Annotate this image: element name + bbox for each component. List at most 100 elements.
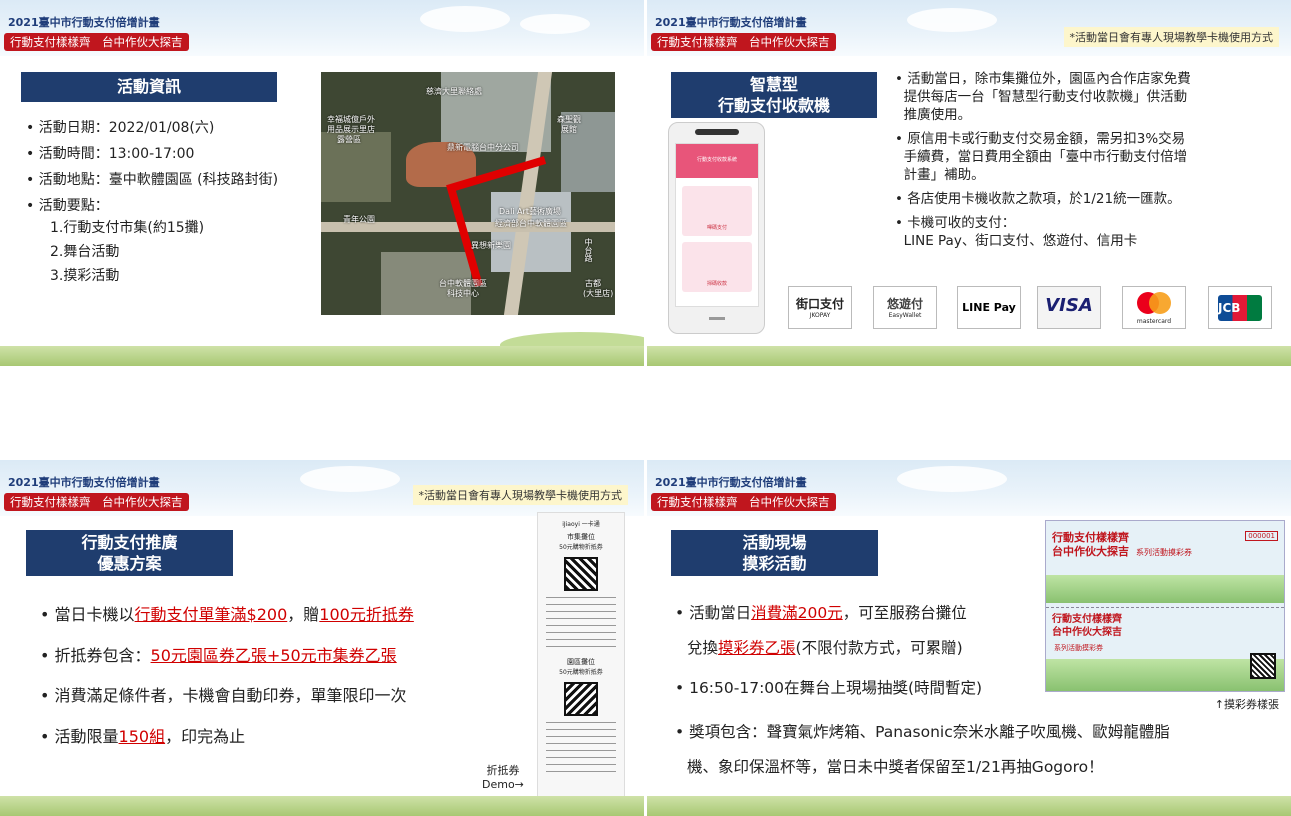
section-title-line: 摸彩活動 bbox=[742, 554, 807, 573]
program-title: 2021臺中市行動支付倍增計畫 bbox=[8, 476, 160, 489]
qr-code-icon bbox=[564, 557, 598, 591]
receipt-text: 50元購物折抵券 bbox=[559, 544, 603, 551]
screen-button: 掃碼收款 bbox=[682, 242, 752, 292]
terminal-bullets: • 活動當日，除市集攤位外，園區內合作店家免費 提供每店一台「智慧型行動支付收款… bbox=[895, 70, 1191, 250]
map-label: 異想新樂園 bbox=[471, 241, 511, 250]
jcb-logo: JCB bbox=[1208, 286, 1272, 329]
map-label: 經濟部台中軟體園區 bbox=[495, 219, 567, 228]
terminal-nav-bar bbox=[709, 317, 725, 320]
slide-smart-terminal: 2021臺中市行動支付倍增計畫 行動支付樣樣齊 台中作伙大探吉 *活動當日會有專… bbox=[647, 0, 1291, 366]
location-map: 慈濟大里聯絡處 幸福城億戶外 用品展示里店 露營區 鼎新電腦台中分公司 森聖觀 … bbox=[321, 72, 615, 315]
receipt-brand: iJiaoyi 一卡通 bbox=[562, 521, 600, 528]
promo-item: • 消費滿足條件者，卡機會自動印券，單筆限印一次 bbox=[40, 686, 407, 705]
staff-note: *活動當日會有專人現場教學卡機使用方式 bbox=[1063, 27, 1279, 47]
lottery-item-cont: 兌換摸彩券乙張(不限付款方式，可累贈) bbox=[687, 639, 963, 657]
campaign-badge: 行動支付樣樣齊 台中作伙大探吉 bbox=[651, 493, 836, 511]
slide-activity-info: 2021臺中市行動支付倍增計畫 行動支付樣樣齊 台中作伙大探吉 活動資訊 • 活… bbox=[0, 0, 644, 366]
section-title: 智慧型 行動支付收款機 bbox=[671, 72, 877, 118]
map-label: 青年公園 bbox=[343, 215, 375, 224]
screen-header: 行動支付收款系統 bbox=[676, 144, 758, 178]
coupon-demo-caption: 折抵券 Demo→ bbox=[482, 764, 524, 791]
map-label: 露營區 bbox=[337, 135, 361, 144]
section-title-line: 優惠方案 bbox=[97, 554, 162, 573]
terminal-screen: 行動支付收款系統 嗶碼支付 掃碼收款 bbox=[675, 143, 759, 307]
payment-terminal-image: 行動支付收款系統 嗶碼支付 掃碼收款 bbox=[668, 122, 765, 334]
receipt-text: 園區攤位 bbox=[567, 658, 595, 666]
promo-item: • 折抵券包含：50元園區券乙張+50元市集券乙張 bbox=[40, 646, 397, 665]
receipt-text: 市集攤位 bbox=[567, 533, 595, 541]
grass-decoration bbox=[0, 346, 644, 366]
screen-button: 嗶碼支付 bbox=[682, 186, 752, 236]
section-title-line: 行動支付收款機 bbox=[717, 96, 830, 115]
cloud bbox=[300, 466, 400, 492]
info-item-time: • 活動時間：13:00-17:00 bbox=[26, 146, 195, 162]
info-item-location: • 活動地點：臺中軟體園區 (科技路封街) bbox=[26, 172, 279, 188]
sub-item-stage: 2.舞台活動 bbox=[50, 244, 120, 260]
sub-item-market: 1.行動支付市集(約15攤) bbox=[50, 220, 205, 236]
grass-decoration bbox=[647, 346, 1291, 366]
ticket-perforation bbox=[1046, 607, 1284, 608]
section-title-line: 行動支付推廣 bbox=[81, 533, 178, 552]
ticket-scene bbox=[1046, 575, 1284, 603]
promo-item: • 當日卡機以行動支付單筆滿$200，贈100元折抵券 bbox=[40, 605, 414, 624]
qr-code-icon bbox=[564, 682, 598, 716]
section-title: 活動現場 摸彩活動 bbox=[671, 530, 878, 576]
promo-item: • 活動限量150組，印完為止 bbox=[40, 727, 246, 746]
bullet-item: • 各店使用卡機收款之款項，於1/21統一匯款。 bbox=[895, 191, 1181, 207]
map-label: 中台路 bbox=[584, 238, 593, 262]
bullet-item: • 原信用卡或行動支付交易金額，需另扣3%交易 手續費，當日費用全額由「臺中市行… bbox=[895, 131, 1188, 183]
program-title: 2021臺中市行動支付倍增計畫 bbox=[8, 16, 160, 29]
terminal-camera bbox=[695, 129, 739, 135]
receipt-fineprint bbox=[546, 722, 616, 772]
cloud bbox=[897, 466, 1007, 492]
campaign-badge: 行動支付樣樣齊 台中作伙大探吉 bbox=[4, 493, 189, 511]
lottery-item: • 活動當日消費滿200元，可至服務台攤位 bbox=[675, 604, 967, 622]
receipt-fineprint bbox=[546, 597, 616, 653]
info-item-points: • 活動要點： bbox=[26, 198, 109, 214]
ticket-subtitle: 系列活動摸彩券 bbox=[1054, 644, 1103, 652]
cloud bbox=[520, 14, 590, 34]
bullet-item: • 活動當日，除市集攤位外，園區內合作店家免費 提供每店一台「智慧型行動支付收款… bbox=[895, 71, 1191, 123]
bullet-item: • 卡機可收的支付： LINE Pay、街口支付、悠遊付、信用卡 bbox=[895, 215, 1138, 249]
map-label: 鼎新電腦台中分公司 bbox=[447, 143, 519, 152]
section-title-line: 活動現場 bbox=[742, 533, 807, 552]
campaign-badge: 行動支付樣樣齊 台中作伙大探吉 bbox=[4, 33, 189, 51]
info-item-date: • 活動日期：2022/01/08(六) bbox=[26, 120, 215, 136]
visa-logo: VISA bbox=[1037, 286, 1101, 329]
slide-promotion: 2021臺中市行動支付倍增計畫 行動支付樣樣齊 台中作伙大探吉 *活動當日會有專… bbox=[0, 460, 644, 816]
lottery-item: • 獎項包含：聲寶氣炸烤箱、Panasonic奈米水離子吹風機、歐姆龍體脂 bbox=[675, 723, 1170, 741]
lottery-item: • 16:50-17:00在舞台上現場抽獎(時間暫定) bbox=[675, 679, 983, 697]
grass-decoration bbox=[647, 796, 1291, 816]
cloud bbox=[907, 8, 997, 32]
ticket-number: 000001 bbox=[1245, 531, 1278, 541]
qr-code-icon bbox=[1250, 653, 1276, 679]
map-label: 科技中心 bbox=[447, 289, 479, 298]
jkopay-logo: 街口支付 JKOPAY bbox=[788, 286, 852, 329]
ticket-caption: ↑摸彩券樣張 bbox=[1214, 698, 1279, 711]
map-label: 展館 bbox=[561, 125, 577, 134]
map-label: Dali Art藝術廣場 bbox=[499, 207, 561, 216]
campaign-badge: 行動支付樣樣齊 台中作伙大探吉 bbox=[651, 33, 836, 51]
mastercard-circles bbox=[1137, 292, 1171, 314]
slide-lottery: 2021臺中市行動支付倍增計畫 行動支付樣樣齊 台中作伙大探吉 活動現場 摸彩活… bbox=[647, 460, 1291, 816]
easywallet-logo: 悠遊付 EasyWallet bbox=[873, 286, 937, 329]
mastercard-logo: mastercard bbox=[1122, 286, 1186, 329]
section-title: 活動資訊 bbox=[21, 72, 277, 102]
section-title-line: 智慧型 bbox=[749, 75, 798, 94]
map-label: (大里店) bbox=[583, 289, 614, 298]
grass-decoration bbox=[0, 796, 644, 816]
staff-note: *活動當日會有專人現場教學卡機使用方式 bbox=[412, 485, 628, 505]
ticket-title: 行動支付樣樣齊 台中作伙大探吉 bbox=[1052, 614, 1122, 638]
program-title: 2021臺中市行動支付倍增計畫 bbox=[655, 476, 807, 489]
sub-item-lottery: 3.摸彩活動 bbox=[50, 268, 120, 284]
lottery-ticket-image: 行動支付樣樣齊 台中作伙大探吉 系列活動摸彩券 000001 行動支付樣樣齊 台… bbox=[1045, 520, 1285, 692]
section-title: 行動支付推廣 優惠方案 bbox=[26, 530, 233, 576]
coupon-receipt-image: iJiaoyi 一卡通 市集攤位 50元購物折抵券 園區攤位 50元購物折抵券 bbox=[537, 512, 625, 802]
cloud bbox=[420, 6, 510, 32]
ticket-subtitle: 系列活動摸彩券 bbox=[1136, 548, 1192, 557]
ticket-title: 行動支付樣樣齊 台中作伙大探吉 bbox=[1052, 531, 1129, 558]
program-title: 2021臺中市行動支付倍增計畫 bbox=[655, 16, 807, 29]
receipt-text: 50元購物折抵券 bbox=[559, 669, 603, 676]
linepay-logo: LINE Pay bbox=[957, 286, 1021, 329]
map-label: 慈濟大里聯絡處 bbox=[426, 87, 482, 96]
